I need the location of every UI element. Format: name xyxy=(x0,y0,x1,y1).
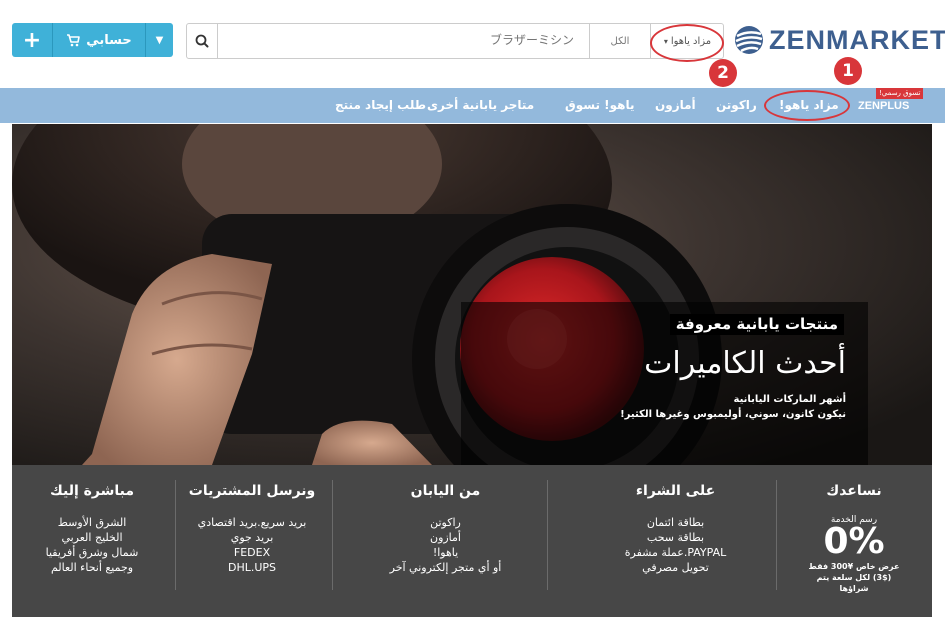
footer-col-ship: ونرسل المشتريات بريد سريع.بريد اقتصادي ب… xyxy=(172,465,332,617)
caret-down-icon: ▼ xyxy=(155,34,164,46)
nav-item-other-japanese-stores[interactable]: متاجر يابانية أخرى xyxy=(427,88,534,123)
nav-item-product-request[interactable]: طلب إيجاد منتج xyxy=(335,88,426,123)
search-input[interactable] xyxy=(218,24,588,56)
fee-value: 0% xyxy=(823,521,885,562)
hero-desc-line-1: أشهر الماركات اليابانية xyxy=(733,394,847,405)
zenmarket-logo[interactable]: ZENMARKET xyxy=(733,24,945,56)
list-item: أو أي متجر إلكتروني آخر xyxy=(389,561,502,574)
footer-divider xyxy=(776,480,777,590)
footer-direct-title: مباشرة إليك xyxy=(49,483,135,499)
list-item: أمازون xyxy=(429,531,461,544)
main-nav: ZENPLUS مزاد ياهو! راكوتن أمازون ياهو! ت… xyxy=(0,88,945,123)
list-item: بريد سريع.بريد اقتصادي xyxy=(197,516,307,529)
hero-banner[interactable]: منتجات يابانية معروفة أحدث الكاميرات أشه… xyxy=(12,124,932,465)
nav-item-rakuten[interactable]: راكوتن xyxy=(716,88,757,123)
my-account-button[interactable]: حسابي xyxy=(53,23,145,57)
annotation-ring-site-select xyxy=(650,24,724,62)
list-item: بطاقة ائتمان xyxy=(646,516,705,529)
zenplus-badge: تسوق رسمي! xyxy=(876,88,924,99)
category-select[interactable]: الكل xyxy=(589,24,650,58)
list-item: الشرق الأوسط xyxy=(57,516,127,529)
hero-caption: منتجات يابانية معروفة أحدث الكاميرات أشه… xyxy=(461,302,868,465)
account-dropdown-toggle[interactable]: ▼ xyxy=(145,23,173,57)
footer-from-japan-title: من اليابان xyxy=(410,483,481,499)
fee-description: عرض خاص ¥300 فقط ($3) لكل سلعة يتم شراؤه… xyxy=(808,562,900,593)
nav-item-zenplus[interactable]: ZENPLUS xyxy=(858,100,909,112)
footer-help-title: نساعدك xyxy=(826,483,882,499)
list-item: FEDEX xyxy=(233,546,271,559)
zenmarket-globe-icon xyxy=(735,26,763,54)
list-item: تحويل مصرفي xyxy=(642,561,709,574)
list-item: بريد جوي xyxy=(230,531,274,544)
list-item: PAYPAL.عملة مشفرة xyxy=(624,546,727,559)
category-select-value: الكل xyxy=(610,35,630,47)
annotation-marker-2: 2 xyxy=(709,59,737,87)
account-button-group: + حسابي ▼ xyxy=(12,23,173,57)
my-account-label: حسابي xyxy=(86,32,132,48)
features-footer: نساعدك رسم الخدمة 0% عرض خاص ¥300 فقط ($… xyxy=(12,465,932,617)
annotation-marker-1: 1 xyxy=(834,57,862,85)
footer-divider xyxy=(547,480,548,590)
hero-description: أشهر الماركات اليابانية نيكون كانون، سون… xyxy=(620,392,846,422)
cart-icon xyxy=(67,33,81,46)
list-item: راكوتن xyxy=(430,516,461,529)
hero-title: أحدث الكاميرات xyxy=(644,346,846,381)
search-icon xyxy=(195,34,209,48)
footer-col-help: نساعدك رسم الخدمة 0% عرض خاص ¥300 فقط ($… xyxy=(780,465,928,617)
list-item: الخليج العربي xyxy=(61,531,123,544)
nav-item-yahoo-shopping[interactable]: ياهو! تسوق xyxy=(565,88,634,123)
footer-ship-title: ونرسل المشتريات xyxy=(188,483,316,499)
list-item: ياهوا! xyxy=(432,546,459,559)
list-item: شمال وشرق أفريقيا xyxy=(45,546,139,559)
list-item: بطاقة سحب xyxy=(646,531,705,544)
hero-subtitle: منتجات يابانية معروفة xyxy=(669,314,844,335)
footer-buy-title: على الشراء xyxy=(635,483,716,499)
brand-name: ZENMARKET xyxy=(769,25,945,55)
footer-col-buy: على الشراء بطاقة ائتمان بطاقة سحب PAYPAL… xyxy=(577,465,774,617)
hero-desc-line-2: نيكون كانون، سوني، أوليمبوس وغيرها الكثي… xyxy=(620,409,846,420)
footer-divider xyxy=(332,480,333,590)
search-button[interactable] xyxy=(187,24,218,58)
add-button[interactable]: + xyxy=(12,23,53,57)
footer-divider xyxy=(175,480,176,590)
header: ZENMARKET الكل ▾ مزاد ياهوا + حسابي xyxy=(0,0,945,88)
list-item: DHL.UPS xyxy=(227,561,277,574)
nav-item-amazon[interactable]: أمازون xyxy=(655,88,696,123)
search-bar: الكل ▾ مزاد ياهوا xyxy=(186,23,724,59)
footer-col-direct: مباشرة إليك الشرق الأوسط الخليج العربي ش… xyxy=(12,465,172,617)
annotation-ring-yahoo-auction xyxy=(764,90,850,121)
list-item: وجميع أنحاء العالم xyxy=(50,561,134,574)
footer-col-from-japan: من اليابان راكوتن أمازون ياهوا! أو أي مت… xyxy=(347,465,544,617)
